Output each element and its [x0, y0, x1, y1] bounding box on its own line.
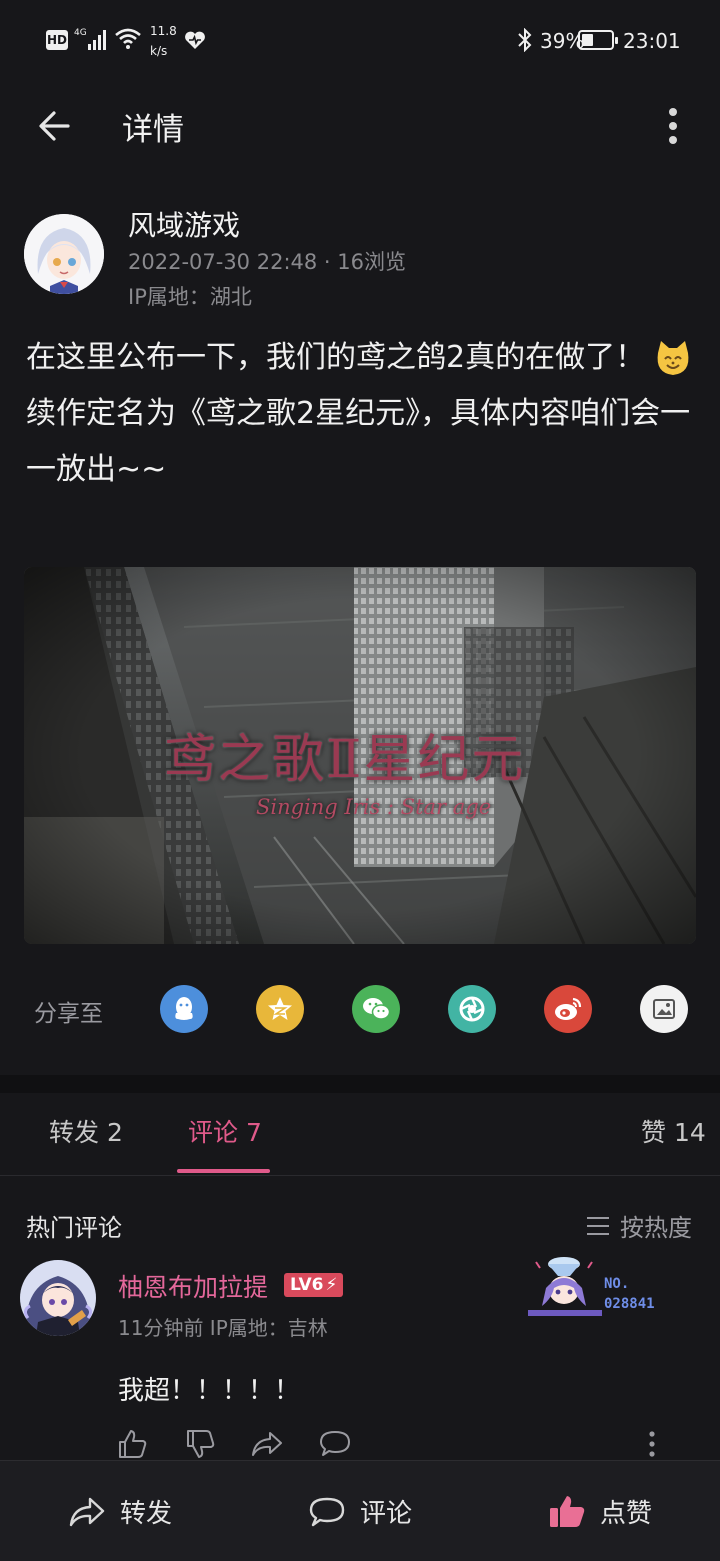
comment-label: 评论 — [360, 1499, 413, 1529]
hot-comments-heading: 热门评论 — [26, 1214, 122, 1242]
hd-badge: HD — [46, 30, 68, 50]
weibo-icon — [555, 997, 582, 1020]
speech-bubble-icon — [320, 1431, 350, 1456]
page-title: 详情 — [122, 112, 184, 148]
post-meta: 2022-07-30 22:48 · 16浏览 — [128, 250, 406, 274]
share-arrow-icon — [252, 1432, 282, 1456]
bluetooth-icon — [516, 27, 534, 56]
comment-text: 我超！！！！！ — [118, 1376, 301, 1406]
comment-reply-button[interactable] — [318, 1428, 352, 1462]
section-divider — [0, 1075, 720, 1093]
thumb-up-filled-icon — [550, 1495, 585, 1527]
share-moments-button[interactable] — [448, 985, 496, 1033]
share-weibo-button[interactable] — [544, 985, 592, 1033]
comment-avatar[interactable] — [20, 1260, 96, 1336]
post-line-2: 续作定名为《鸢之歌2星纪元》，具体内容咱们会一一放出~~ — [26, 396, 691, 487]
bottom-action-bar: 转发 评论 点赞 — [0, 1460, 720, 1561]
save-image-icon — [653, 999, 675, 1019]
comment-more-button[interactable] — [640, 1428, 664, 1462]
arrow-left-icon — [39, 111, 70, 141]
menu-lines-icon — [587, 1216, 609, 1235]
tab-repost[interactable]: 转发 2 — [49, 1113, 123, 1149]
post-image[interactable]: 鸢之歌Ⅱ星纪元 Singing Iris : Star age — [24, 567, 696, 944]
share-label: 分享至 — [34, 1001, 103, 1027]
author-name[interactable]: 风域游戏 — [128, 204, 240, 244]
post-line-1: 在这里公布一下，我们的鸢之鸽2真的在做了！ — [26, 340, 646, 375]
share-arrow-icon — [69, 1497, 105, 1526]
comment-share-button[interactable] — [250, 1428, 284, 1462]
signal-icon: 4G — [74, 26, 110, 56]
comment-dislike-button[interactable] — [184, 1428, 216, 1462]
active-tab-indicator — [177, 1169, 270, 1173]
speech-bubble-icon — [309, 1497, 345, 1526]
cat-emoji-icon — [653, 339, 693, 379]
wechat-icon — [363, 998, 391, 1020]
back-button[interactable] — [34, 106, 78, 146]
comment-meta: 11分钟前 IP属地：吉林 — [118, 1316, 328, 1340]
share-qzone-button[interactable] — [256, 985, 304, 1033]
share-qq-button[interactable] — [160, 985, 208, 1033]
tab-comments[interactable]: 评论 7 — [188, 1113, 262, 1149]
clock: 23:01 — [623, 29, 681, 53]
sort-button[interactable]: 按热度 — [586, 1208, 692, 1243]
image-subtitle-text: Singing Iris : Star age — [256, 795, 492, 819]
net-speed-unit: k/s — [150, 44, 168, 58]
status-bar: HD 4G 11.8 k/s 39% 23:01 — [0, 0, 720, 80]
repost-label: 转发 — [120, 1499, 173, 1529]
comment-like-button[interactable] — [116, 1428, 148, 1462]
qzone-icon — [268, 997, 292, 1020]
thumb-up-outline-icon — [119, 1430, 147, 1458]
author-avatar[interactable] — [24, 214, 104, 294]
more-vertical-icon — [649, 1431, 655, 1457]
like-button[interactable]: 点赞 — [548, 1493, 652, 1530]
tab-likes[interactable]: 赞 14 — [641, 1113, 706, 1149]
like-label: 点赞 — [600, 1499, 653, 1529]
qq-icon — [175, 997, 193, 1020]
more-vertical-icon — [669, 108, 677, 144]
post-content: 在这里公布一下，我们的鸢之鸽2真的在做了！ 续作定名为《鸢之歌2星纪元》，具体内… — [26, 330, 696, 498]
wifi-icon — [114, 28, 142, 54]
fan-badge-label: NO. — [604, 1276, 630, 1292]
comment-author-name[interactable]: 柚恩布加拉提 — [118, 1268, 268, 1304]
comment-button[interactable]: 评论 — [308, 1493, 412, 1530]
level-badge: LV6 ⚡ — [284, 1273, 344, 1297]
svg-text:4G: 4G — [74, 28, 87, 38]
fan-badge-number: 028841 — [604, 1296, 655, 1312]
thumb-down-outline-icon — [187, 1430, 215, 1458]
fan-badge[interactable]: NO. 028841 — [526, 1254, 676, 1318]
repost-button[interactable]: 转发 — [68, 1493, 172, 1530]
sort-label: 按热度 — [620, 1214, 692, 1242]
top-app-bar: 详情 — [0, 80, 720, 170]
post-tabs: 转发 2 评论 7 赞 14 — [0, 1093, 720, 1176]
net-speed-value: 11.8 — [150, 24, 177, 38]
more-button[interactable] — [658, 104, 688, 148]
moments-icon — [459, 996, 485, 1022]
share-save-image-button[interactable] — [640, 985, 688, 1033]
heart-icon — [184, 30, 206, 54]
battery-icon — [578, 30, 618, 50]
share-wechat-button[interactable] — [352, 985, 400, 1033]
post-ip-location: IP属地：湖北 — [128, 285, 252, 309]
image-title-text: 鸢之歌Ⅱ星纪元 — [164, 730, 526, 790]
